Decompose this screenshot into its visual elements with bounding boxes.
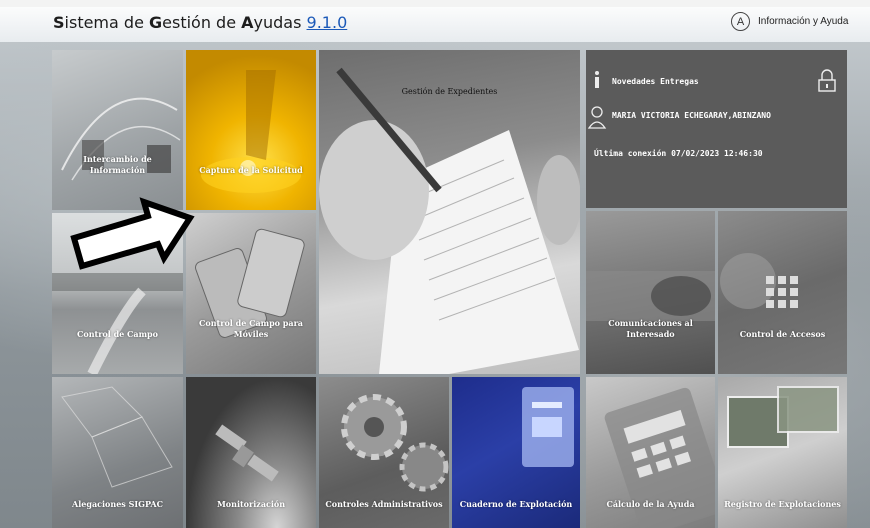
user-icon: [587, 106, 607, 129]
network-illustration-icon: [61, 97, 181, 181]
app-title: Sistema de Gestión de Ayudas 9.1.0: [53, 13, 348, 32]
tile-label: Intercambio de Información: [83, 154, 152, 175]
tile-label: Cuaderno de Explotación: [459, 499, 573, 509]
tile-label: Monitorización: [216, 499, 286, 509]
tile-label: Control de Campo para Móviles: [199, 318, 303, 339]
tile-label: Registro de Explotaciones: [724, 499, 841, 509]
tile-label: Captura de la Solicitud: [199, 165, 303, 175]
hand-touch-icon: [201, 70, 301, 193]
signing-document-icon: [319, 67, 580, 374]
panel-novedades: Novedades Entregas MARIA VICTORIA ECHEGA…: [586, 50, 847, 208]
info-icon: [595, 71, 599, 88]
header-bar: Sistema de Gestión de Ayudas 9.1.0 A Inf…: [0, 0, 870, 42]
annotation-arrow-icon: [70, 197, 195, 270]
keyboard-icon: [586, 271, 715, 321]
tile-controles-administrativos[interactable]: Controles Administrativos: [319, 377, 449, 528]
top-strip: [0, 0, 870, 7]
tile-calculo-ayuda[interactable]: Cálculo de la Ayuda: [586, 377, 715, 528]
help-link[interactable]: A Información y Ayuda: [731, 12, 848, 31]
tile-gestion-expedientes[interactable]: Gestión de Expedientes: [319, 50, 580, 374]
tile-label: Comunicaciones al Interesado: [608, 318, 693, 339]
tile-label: Alegaciones SIGPAC: [72, 499, 163, 509]
tile-intercambio-informacion[interactable]: Intercambio de Información: [52, 50, 183, 210]
last-login: Última conexión 07/02/2023 12:46:30: [594, 149, 763, 158]
tile-control-accesos[interactable]: Control de Accesos: [718, 211, 847, 374]
tile-cuaderno-explotacion[interactable]: Cuaderno de Explotación: [452, 377, 580, 528]
user-name: MARIA VICTORIA ECHEGARAY,ABINZANO: [612, 111, 771, 120]
mobile-phones-icon: [195, 228, 305, 338]
tile-alegaciones-sigpac[interactable]: Alegaciones SIGPAC: [52, 377, 183, 528]
panel-icons: [587, 69, 836, 129]
lock-icon[interactable]: [818, 69, 836, 92]
tile-monitorizacion[interactable]: Monitorización: [186, 377, 316, 528]
tile-label: Gestión de Expedientes: [401, 87, 498, 96]
tile-label: Cálculo de la Ayuda: [606, 499, 695, 509]
tile-registro-explotaciones[interactable]: Registro de Explotaciones: [718, 377, 847, 528]
tile-label: Controles Administrativos: [325, 499, 443, 509]
version-link[interactable]: 9.1.0: [307, 13, 348, 32]
keypad-icon: [720, 253, 798, 309]
tile-captura-solicitud[interactable]: Captura de la Solicitud: [186, 50, 316, 210]
tile-label: Control de Accesos: [739, 329, 826, 339]
help-icon: A: [731, 12, 750, 31]
novedades-title[interactable]: Novedades Entregas: [612, 77, 699, 86]
help-label: Información y Ayuda: [758, 16, 849, 27]
tile-label: Control de Campo: [76, 329, 158, 339]
tile-control-campo-moviles[interactable]: Control de Campo para Móviles: [186, 213, 316, 374]
tile-comunicaciones[interactable]: Comunicaciones al Interesado: [586, 211, 715, 374]
